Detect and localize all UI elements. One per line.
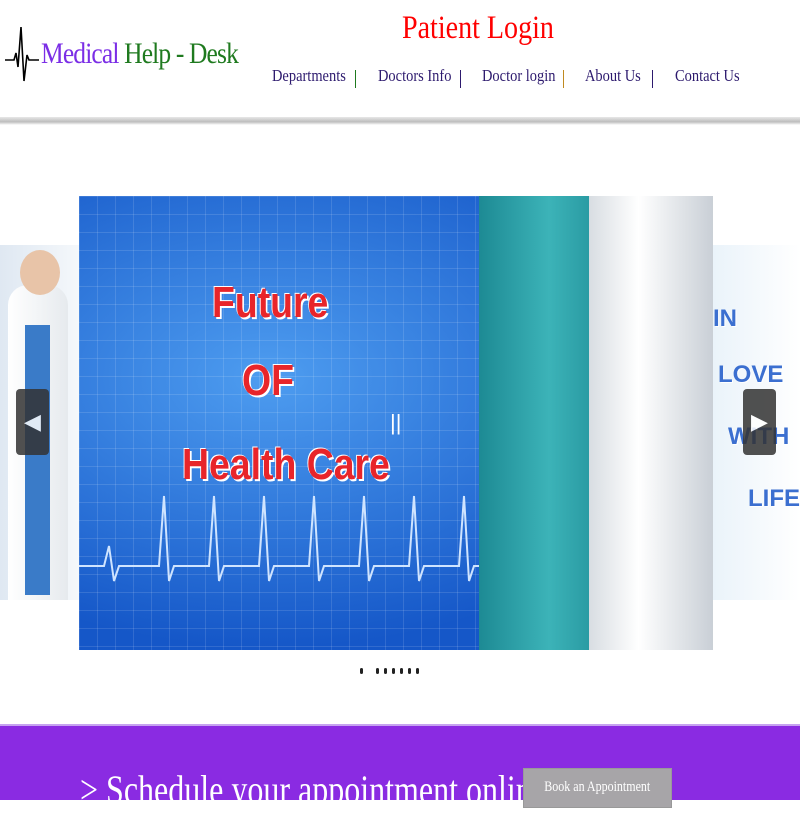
nav-separator	[355, 70, 356, 88]
logo[interactable]: Medical Help - Desk	[5, 25, 273, 83]
slider-dot[interactable]	[392, 668, 395, 674]
slider-pagination	[360, 668, 419, 674]
nav-about-us[interactable]: About Us	[585, 66, 641, 86]
slider-dot[interactable]	[384, 668, 387, 674]
slider-dot[interactable]	[416, 668, 419, 674]
nav-departments[interactable]: Departments	[272, 66, 346, 86]
nav-separator	[460, 70, 461, 88]
slider-dot[interactable]	[376, 668, 379, 674]
header-divider	[0, 117, 800, 125]
nav-separator	[652, 70, 653, 88]
site-header: Medical Help - Desk Patient Login Depart…	[0, 0, 800, 120]
nav-contact-us[interactable]: Contact Us	[675, 66, 740, 86]
chevron-left-icon[interactable]: ◀	[16, 389, 49, 455]
nav-doctor-login[interactable]: Doctor login	[482, 66, 555, 86]
cta-text: > Schedule your appointment online	[80, 767, 546, 812]
heartbeat-icon	[5, 26, 39, 82]
patient-login-link[interactable]: Patient Login	[402, 10, 554, 47]
nav-doctors-info[interactable]: Doctors Info	[378, 66, 451, 86]
pause-button[interactable]: ||	[390, 410, 401, 436]
doctor-image	[589, 196, 713, 650]
chevron-right-icon[interactable]: ▶	[743, 389, 776, 455]
brand-name: Medical Help - Desk	[41, 37, 239, 70]
appointment-banner: > Schedule your appointment online Book …	[0, 724, 800, 812]
book-appointment-button[interactable]: Book an Appointment	[523, 768, 672, 808]
slider-dot[interactable]	[408, 668, 411, 674]
slider-dot[interactable]	[360, 668, 363, 674]
slider-dot[interactable]	[400, 668, 403, 674]
nav-separator	[563, 70, 564, 88]
ecg-line	[79, 495, 499, 582]
